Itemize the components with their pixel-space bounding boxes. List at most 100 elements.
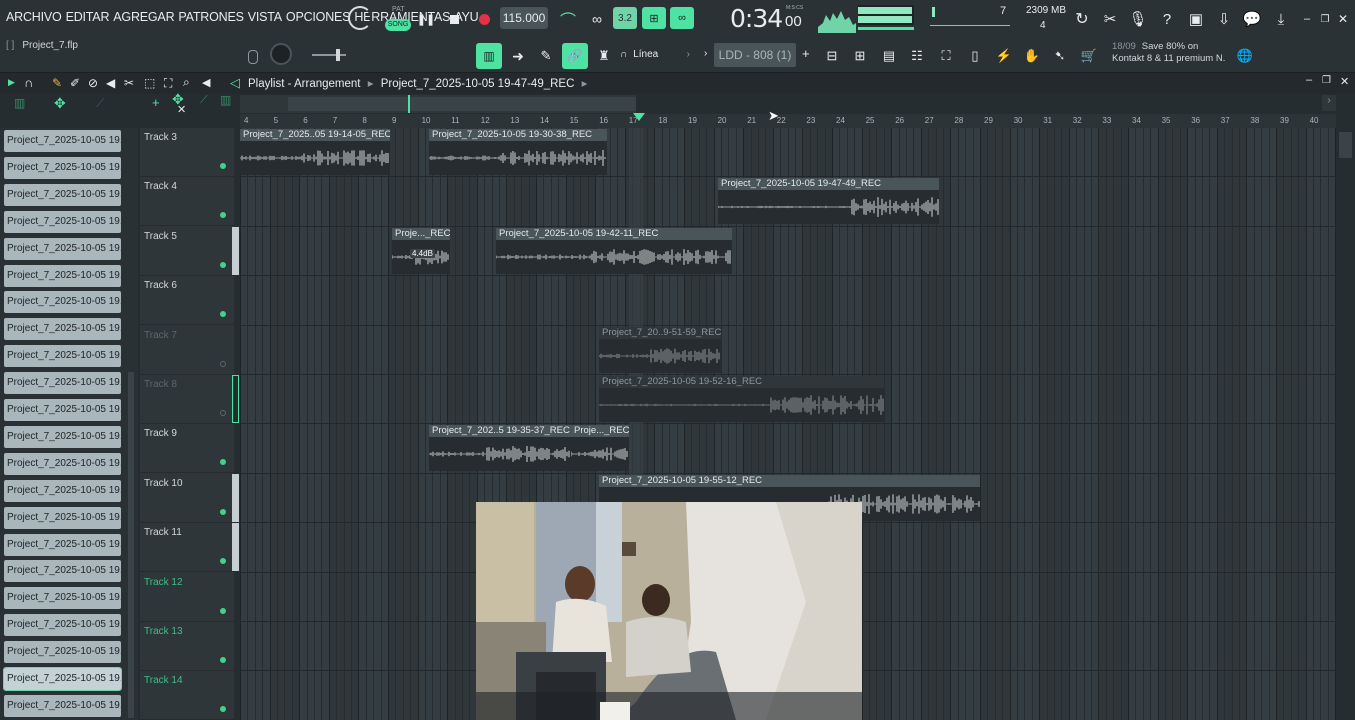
track-select-bar[interactable] [232, 473, 239, 522]
step-edit-button[interactable]: ⊞ [642, 7, 666, 29]
chat-icon[interactable]: 💬 [1240, 6, 1264, 32]
maximize-button[interactable]: ❐ [1317, 6, 1333, 32]
playhead-marker[interactable] [633, 113, 645, 121]
track-select-bar[interactable] [232, 226, 239, 275]
touch-keyboard-icon[interactable]: ➷ [1048, 43, 1072, 69]
picker-clip-item[interactable]: Project_7_2025-10-05 19... [4, 210, 121, 233]
file-icon[interactable]: ▯ [963, 43, 987, 69]
clip-title[interactable]: Proje..._REC [571, 425, 629, 438]
track-mute-led[interactable] [220, 508, 226, 515]
mixer-faders-icon[interactable]: ☷ [905, 43, 929, 69]
audio-clip[interactable]: Proje..._REC 4.4dB [392, 227, 450, 274]
clip-title[interactable]: Project_7_20..9-51-59_REC [599, 326, 721, 339]
picker-clip-item[interactable]: Project_7_2025-10-05 19... [4, 291, 121, 314]
audio-clip[interactable]: Project_7_20..9-51-59_REC [599, 326, 721, 373]
audio-clip[interactable]: Project_7_2025-10-05 19-52-16_REC [599, 376, 884, 422]
audio-clip[interactable]: Project_7_2025..05 19-14-05_REC [240, 129, 390, 175]
vertical-scrollbar[interactable] [1336, 128, 1355, 720]
globe-icon[interactable]: 🌐 [1234, 43, 1256, 69]
track-mute-led[interactable] [220, 657, 226, 663]
arrow-tool-icon[interactable]: ➜ [506, 43, 530, 69]
mixer-icon[interactable]: ⊟ [820, 43, 844, 69]
magnet-snap-icon[interactable]: ∩ [24, 75, 33, 90]
add-track-icon[interactable]: + [152, 95, 160, 110]
master-volume-knob[interactable] [348, 6, 372, 30]
metronome-icon[interactable]: ⌒ [556, 6, 580, 32]
mute-tool-icon[interactable]: ◀ [106, 76, 115, 90]
playlist-options-icon[interactable]: ▶ [8, 77, 15, 88]
audio-clip[interactable]: Project_7_2025-10-05 19-30-38_REC [429, 129, 607, 175]
picker-clip-item[interactable]: Project_7_2025-10-05 19... [4, 533, 121, 556]
track-name[interactable]: Track 14 [144, 675, 183, 686]
download-icon[interactable]: ⤓ [1269, 6, 1293, 32]
delete-icon[interactable]: ⊘ [88, 76, 98, 90]
track-header[interactable]: Track 11 [140, 523, 239, 573]
picker-clip-item[interactable]: Project_7_2025-10-05 19... [4, 264, 121, 287]
tempo-display[interactable]: 115.000 [500, 7, 548, 29]
picker-clip-item[interactable]: Project_7_2025-10-05 19... [4, 694, 121, 717]
channel-prev-icon[interactable]: › [704, 48, 707, 59]
picker-link-icon[interactable]: ⟋ [96, 96, 104, 111]
master-knob[interactable] [270, 43, 292, 65]
channel-selector[interactable]: LDD - 808 (1) [714, 43, 796, 67]
playlist-breadcrumb[interactable]: Playlist - Arrangement ▸ Project_7_2025-… [248, 76, 587, 90]
picker-clip-item[interactable]: Project_7_2025-10-05 19... [4, 156, 121, 179]
link-tool-icon[interactable]: 🔗 [562, 43, 588, 69]
track-mute-led[interactable] [220, 607, 226, 614]
track-mute-led[interactable] [220, 261, 226, 268]
track-header[interactable]: Track 10 [140, 473, 239, 523]
track-header[interactable]: Track 14 [140, 671, 234, 720]
stamp-tool-icon[interactable]: ♜ [592, 43, 616, 69]
clip-title[interactable]: Project_7_202..5 19-35-37_REC [429, 425, 571, 438]
audio-clip[interactable]: Proje..._REC [571, 425, 629, 472]
track-header[interactable]: Track 12 [140, 573, 234, 622]
shop-icon[interactable]: 🛒 [1077, 43, 1101, 69]
track-select-bar[interactable] [232, 375, 239, 423]
playlist-minimize-button[interactable]: – [1306, 74, 1312, 86]
loop-record-icon[interactable]: ∞ [585, 6, 609, 32]
track-header[interactable]: Track 6 [140, 276, 234, 326]
track-select-bar[interactable] [232, 523, 239, 572]
menu-view[interactable]: VISTA [248, 10, 282, 24]
clip-title[interactable]: Project_7_2025-10-05 19-47-49_REC [718, 178, 939, 191]
track-header[interactable]: Track 8 [140, 375, 239, 424]
track-grid-icon[interactable]: ▥ [220, 93, 231, 107]
clip-title[interactable]: Project_7_2025..05 19-14-05_REC [240, 129, 390, 141]
picker-view-icon[interactable]: ▥ [14, 96, 25, 110]
audio-clip[interactable]: Project_7_2025-10-05 19-42-11_REC [496, 227, 732, 274]
clip-title[interactable]: Project_7_2025-10-05 19-42-11_REC [496, 227, 732, 240]
track-name[interactable]: Track 7 [144, 330, 177, 341]
audio-clip[interactable]: Project_7_2025-10-05 19-47-49_REC [718, 178, 939, 225]
menu-patterns[interactable]: PATRONES [178, 10, 244, 24]
pitch-slider[interactable] [312, 49, 346, 61]
track-link-icon[interactable]: ⟋ [200, 94, 208, 107]
menu-file[interactable]: ARCHIVO [6, 10, 62, 24]
channel-rack-icon[interactable]: ⊞ [848, 43, 872, 69]
countdown-button[interactable]: 3.2 [613, 7, 637, 29]
undo-history-icon[interactable]: ↻ [1070, 6, 1094, 32]
search-icon[interactable]: ⌕ [183, 75, 190, 90]
minimize-button[interactable]: – [1299, 6, 1315, 32]
picker-clip-item[interactable]: Project_7_2025-10-05 19... [4, 345, 121, 368]
timeline-ruler[interactable]: 4 5 6 7 8 9 10 11 12 13 14 15 16 17 18 19 20 21 22 23 24 25 26… [240, 114, 1336, 128]
menu-add[interactable]: AGREGAR [113, 10, 174, 24]
piano-roll-icon[interactable]: ▤ [877, 43, 901, 69]
plugin-icon[interactable]: ⚡ [992, 43, 1016, 69]
track-mute-led[interactable] [220, 311, 226, 318]
track-header[interactable]: Track 4 [140, 177, 234, 227]
track-name[interactable]: Track 4 [144, 181, 177, 192]
playlist-maximize-button[interactable]: ❐ [1322, 75, 1331, 86]
track-header[interactable]: Track 5 [140, 226, 239, 276]
picker-clip-item[interactable]: Project_7_2025-10-05 19... [4, 587, 121, 610]
master-pitch-slider[interactable] [858, 27, 914, 30]
browser-icon[interactable]: ⛶ [934, 43, 958, 69]
audio-clip[interactable]: Project_7_202..5 19-35-37_REC [429, 425, 571, 472]
pat-song-toggle[interactable]: PAT SONG [384, 5, 412, 33]
track-mute-led[interactable] [220, 459, 226, 466]
pause-button[interactable]: ❚❚ [414, 6, 438, 32]
blend-notes-button[interactable]: ∞ [670, 7, 694, 29]
playback-icon[interactable]: ◀ [202, 76, 210, 89]
picker-clip-item[interactable]: Project_7_2025-10-05 19... [3, 667, 122, 691]
select-icon[interactable]: ⬚ [144, 76, 155, 90]
track-header[interactable]: Track 9 [140, 424, 234, 474]
